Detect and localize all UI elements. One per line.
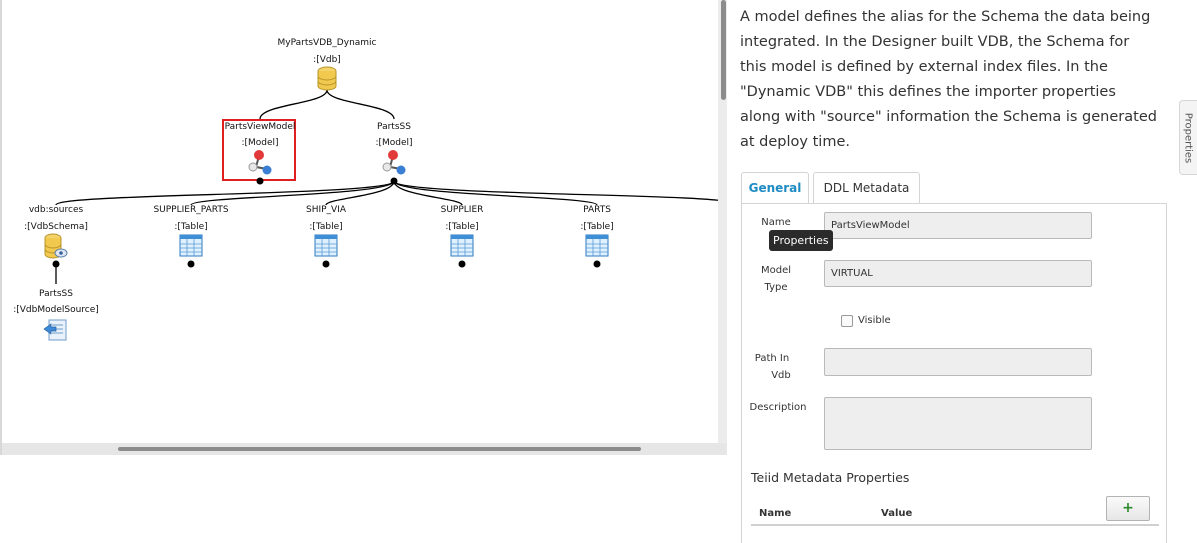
connector-partsss-supplier bbox=[393, 180, 463, 206]
vertical-scrollbar-thumb[interactable] bbox=[721, 0, 726, 100]
table-icon[interactable] bbox=[314, 234, 338, 257]
model-name[interactable]: PartsSS bbox=[377, 122, 411, 132]
add-property-button[interactable]: + bbox=[1106, 496, 1150, 521]
model-name[interactable]: PartsViewModel bbox=[225, 122, 296, 132]
column-header-value[interactable]: Value bbox=[881, 508, 912, 519]
path-in-vdb-field[interactable] bbox=[824, 348, 1092, 376]
teiid-properties-table-header: Name Value bbox=[751, 501, 1159, 526]
child-type: :[Table] bbox=[309, 222, 343, 232]
connector-root-model1 bbox=[259, 89, 328, 120]
tooltip: Properties bbox=[769, 230, 833, 251]
model-type: :[Model] bbox=[241, 138, 279, 148]
connector-port[interactable] bbox=[256, 177, 264, 185]
teiid-properties-title: Teiid Metadata Properties bbox=[751, 470, 910, 485]
properties-side-tab-label[interactable]: Properties bbox=[1183, 113, 1194, 164]
app-window: MyPartsVDB_Dynamic :[Vdb] PartsViewModel… bbox=[0, 0, 1197, 543]
model-source-icon[interactable] bbox=[43, 317, 69, 343]
connector-partsss-vdbsources bbox=[55, 180, 395, 206]
child-type: :[Table] bbox=[580, 222, 614, 232]
model-description-text: A model defines the alias for the Schema… bbox=[740, 9, 1157, 150]
model-type: :[Model] bbox=[375, 138, 413, 148]
tab-ddl-metadata[interactable]: DDL Metadata bbox=[813, 172, 920, 204]
properties-panel: A model defines the alias for the Schema… bbox=[727, 0, 1179, 543]
description-field[interactable] bbox=[824, 397, 1092, 450]
child-type: :[VdbSchema] bbox=[24, 222, 88, 232]
database-icon[interactable] bbox=[316, 66, 338, 91]
horizontal-scrollbar-thumb[interactable] bbox=[118, 447, 641, 451]
child-name[interactable]: SUPPLIER bbox=[441, 205, 484, 215]
name-field[interactable]: PartsViewModel bbox=[824, 212, 1092, 239]
model-type-label-line1: Model bbox=[760, 265, 792, 276]
horizontal-scrollbar[interactable] bbox=[2, 443, 729, 455]
visible-checkbox[interactable] bbox=[841, 315, 853, 327]
connector-port[interactable] bbox=[390, 177, 398, 185]
connector-port[interactable] bbox=[593, 260, 601, 268]
vdb-root-name[interactable]: MyPartsVDB_Dynamic bbox=[278, 38, 377, 48]
child-type: :[Table] bbox=[445, 222, 479, 232]
child-type: :[Table] bbox=[174, 222, 208, 232]
connector-partsss-parts bbox=[393, 180, 598, 206]
model-type-field[interactable]: VIRTUAL bbox=[824, 260, 1092, 287]
visible-label: Visible bbox=[858, 315, 891, 326]
model-molecule-icon[interactable] bbox=[247, 149, 273, 175]
tab-general[interactable]: General bbox=[741, 172, 809, 204]
table-icon[interactable] bbox=[450, 234, 474, 257]
path-label-line1: Path In bbox=[754, 353, 790, 364]
child-name[interactable]: SHIP_VIA bbox=[306, 205, 346, 215]
child-name[interactable]: vdb:sources bbox=[29, 205, 83, 215]
connector-port[interactable] bbox=[187, 260, 195, 268]
connector-port[interactable] bbox=[52, 260, 60, 268]
name-label: Name bbox=[761, 217, 791, 228]
child-name[interactable]: PARTS bbox=[583, 205, 611, 215]
model-molecule-icon[interactable] bbox=[381, 149, 407, 175]
connector-port[interactable] bbox=[458, 260, 466, 268]
vdb-root-type: :[Vdb] bbox=[313, 55, 341, 65]
child-name[interactable]: SUPPLIER_PARTS bbox=[153, 205, 228, 215]
table-icon[interactable] bbox=[585, 234, 609, 257]
source-name[interactable]: PartsSS bbox=[39, 289, 73, 299]
connector-port[interactable] bbox=[322, 260, 330, 268]
path-label-line2: Vdb bbox=[771, 370, 791, 381]
table-icon[interactable] bbox=[179, 234, 203, 257]
description-label: Description bbox=[749, 402, 807, 413]
source-type: :[VdbModelSource] bbox=[13, 305, 99, 315]
diagram-viewport[interactable]: MyPartsVDB_Dynamic :[Vdb] PartsViewModel… bbox=[2, 0, 718, 443]
database-schema-icon[interactable] bbox=[43, 233, 69, 260]
column-header-name[interactable]: Name bbox=[759, 508, 791, 519]
connector-root-model2 bbox=[326, 89, 395, 120]
connector-partsss-supplierparts bbox=[190, 180, 395, 206]
model-type-label-line2: Type bbox=[764, 282, 788, 293]
general-form: Name PartsViewModel Properties Model Typ… bbox=[741, 203, 1167, 543]
diagram-canvas[interactable]: MyPartsVDB_Dynamic :[Vdb] PartsViewModel… bbox=[0, 0, 729, 455]
